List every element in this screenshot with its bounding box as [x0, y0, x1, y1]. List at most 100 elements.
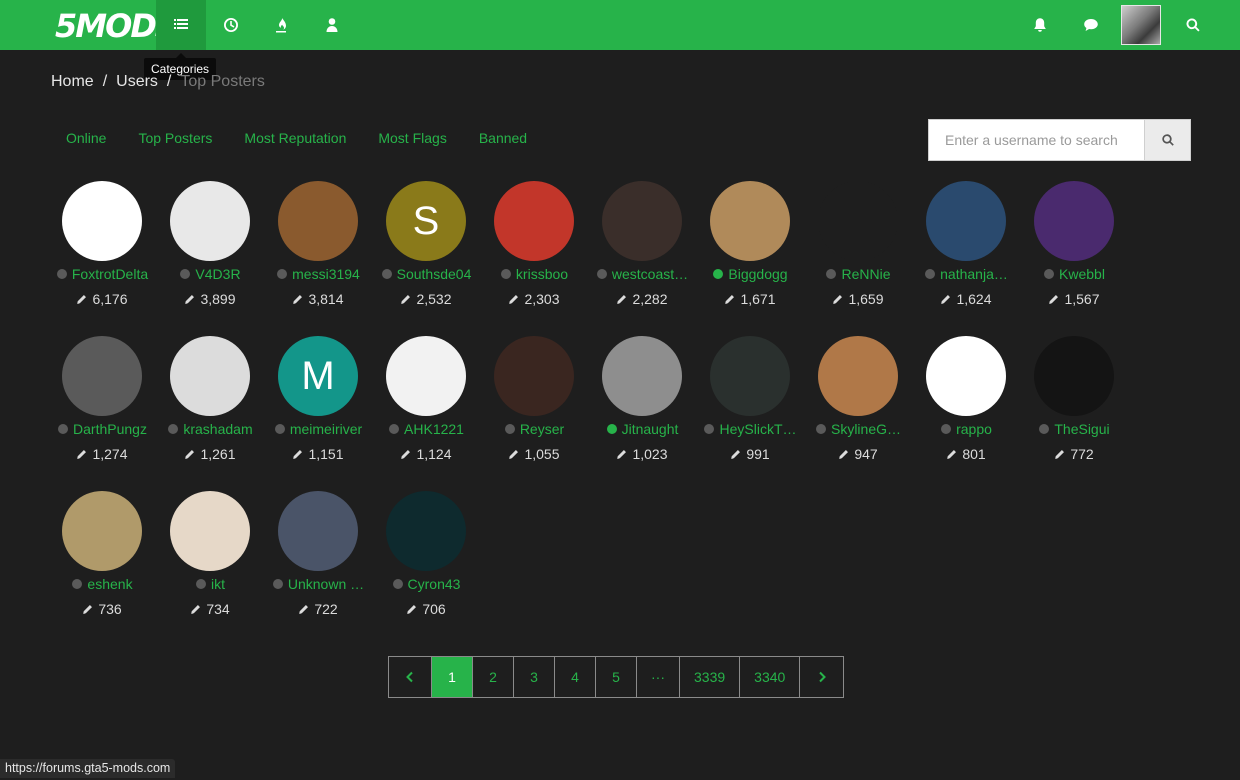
user-avatar[interactable] — [170, 491, 250, 571]
user-avatar[interactable]: M — [278, 336, 358, 416]
post-count: 1,023 — [588, 444, 696, 464]
user-name: Biggdogg — [728, 266, 788, 282]
user-avatar[interactable] — [926, 336, 1006, 416]
user-name-link[interactable]: Cyron43 — [372, 574, 480, 594]
post-count: 1,659 — [804, 289, 912, 309]
status-indicator — [55, 268, 68, 280]
user-avatar[interactable] — [602, 336, 682, 416]
user-avatar[interactable] — [926, 181, 1006, 261]
user-name-link[interactable]: eshenk — [48, 574, 156, 594]
user-avatar[interactable] — [710, 336, 790, 416]
breadcrumb-home[interactable]: Home — [51, 72, 94, 92]
post-count-value: 1,124 — [416, 446, 452, 462]
user-name-link[interactable]: V4D3R — [156, 264, 264, 284]
user-avatar[interactable] — [62, 181, 142, 261]
tab-top-posters[interactable]: Top Posters — [122, 128, 228, 148]
user-name-link[interactable]: nathanja… — [912, 264, 1020, 284]
users-nav-button[interactable] — [307, 0, 357, 50]
post-count-value: 1,151 — [308, 446, 344, 462]
chevron-right-icon — [819, 671, 826, 683]
user-name-link[interactable]: HeySlickT… — [696, 419, 804, 439]
user-name-link[interactable]: Reyser — [480, 419, 588, 439]
user-avatar[interactable]: S — [386, 181, 466, 261]
page-button[interactable]: 5 — [596, 657, 637, 697]
user-name-link[interactable]: Southsde04 — [372, 264, 480, 284]
user-avatar[interactable] — [818, 336, 898, 416]
categories-nav-button[interactable] — [156, 0, 206, 50]
user-name: westcoast… — [611, 266, 689, 282]
post-count: 736 — [48, 599, 156, 619]
user-avatar[interactable] — [386, 491, 466, 571]
user-name-link[interactable]: rappo — [912, 419, 1020, 439]
chats-button[interactable] — [1066, 0, 1116, 50]
user-name-link[interactable]: AHK1221 — [372, 419, 480, 439]
user-name-link[interactable]: krissboo — [480, 264, 588, 284]
user-avatar[interactable] — [1034, 336, 1114, 416]
user-name-link[interactable]: messi3194 — [264, 264, 372, 284]
page-button[interactable]: 3 — [514, 657, 555, 697]
prev-page-button[interactable] — [389, 657, 432, 697]
user-name: messi3194 — [292, 266, 360, 282]
user-name-link[interactable]: ReNNie — [804, 264, 912, 284]
post-count: 991 — [696, 444, 804, 464]
user-name-link[interactable]: meimeiriver — [264, 419, 372, 439]
tab-most-flags[interactable]: Most Flags — [362, 128, 462, 148]
user-card: eshenk 736 — [48, 491, 156, 646]
recent-nav-button[interactable] — [206, 0, 256, 50]
user-name-link[interactable]: Biggdogg — [696, 264, 804, 284]
username-search-input[interactable] — [928, 119, 1145, 161]
user-card: Jitnaught 1,023 — [588, 336, 696, 491]
pagination-ellipsis[interactable]: ··· — [637, 657, 680, 697]
user-name-link[interactable]: Jitnaught — [588, 419, 696, 439]
user-avatar[interactable] — [62, 491, 142, 571]
user-avatar[interactable] — [494, 181, 574, 261]
user-avatar[interactable] — [602, 181, 682, 261]
status-indicator — [71, 578, 84, 590]
user-name-link[interactable]: FoxtrotDelta — [48, 264, 156, 284]
breadcrumb-users[interactable]: Users — [116, 72, 158, 92]
tab-banned[interactable]: Banned — [463, 128, 543, 148]
notifications-button[interactable] — [1015, 0, 1065, 50]
user-avatar[interactable] — [386, 336, 466, 416]
user-name: nathanja… — [940, 266, 1008, 282]
header-search-button[interactable] — [1168, 0, 1218, 50]
user-name-link[interactable]: DarthPungz — [48, 419, 156, 439]
pencil-icon — [509, 450, 519, 459]
page-button[interactable]: 4 — [555, 657, 596, 697]
user-avatar[interactable] — [818, 181, 898, 261]
status-indicator — [924, 268, 937, 280]
user-name-link[interactable]: SkylineG… — [804, 419, 912, 439]
user-name-link[interactable]: ikt — [156, 574, 264, 594]
user-avatar[interactable] — [710, 181, 790, 261]
page-button[interactable]: 3339 — [680, 657, 741, 697]
user-card: krashadam 1,261 — [156, 336, 264, 491]
user-name-link[interactable]: TheSigui — [1020, 419, 1128, 439]
tab-most-reputation[interactable]: Most Reputation — [228, 128, 362, 148]
tab-online[interactable]: Online — [50, 128, 122, 148]
page-button[interactable]: 2 — [473, 657, 514, 697]
user-search-button[interactable] — [1145, 119, 1191, 161]
page-button[interactable]: 1 — [432, 657, 473, 697]
user-avatar[interactable] — [62, 336, 142, 416]
post-count: 2,282 — [588, 289, 696, 309]
page-button[interactable]: 3340 — [740, 657, 801, 697]
user-name-link[interactable]: westcoast… — [588, 264, 696, 284]
user-name-link[interactable]: krashadam — [156, 419, 264, 439]
pencil-icon — [725, 295, 735, 304]
breadcrumb-current: Top Posters — [180, 73, 265, 90]
user-avatar[interactable] — [278, 491, 358, 571]
user-avatar[interactable] — [494, 336, 574, 416]
user-avatar[interactable] — [1034, 181, 1114, 261]
user-avatar[interactable] — [278, 181, 358, 261]
user-name-link[interactable]: Kwebbl — [1020, 264, 1128, 284]
user-avatar[interactable] — [1121, 5, 1161, 45]
popular-nav-button[interactable] — [256, 0, 306, 50]
user-avatar[interactable] — [170, 181, 250, 261]
user-name-link[interactable]: Unknown … — [264, 574, 372, 594]
post-count: 947 — [804, 444, 912, 464]
user-avatar[interactable] — [170, 336, 250, 416]
post-count-value: 3,814 — [308, 291, 344, 307]
status-indicator — [499, 268, 512, 280]
next-page-button[interactable] — [800, 657, 844, 697]
user-name: Cyron43 — [407, 576, 461, 592]
